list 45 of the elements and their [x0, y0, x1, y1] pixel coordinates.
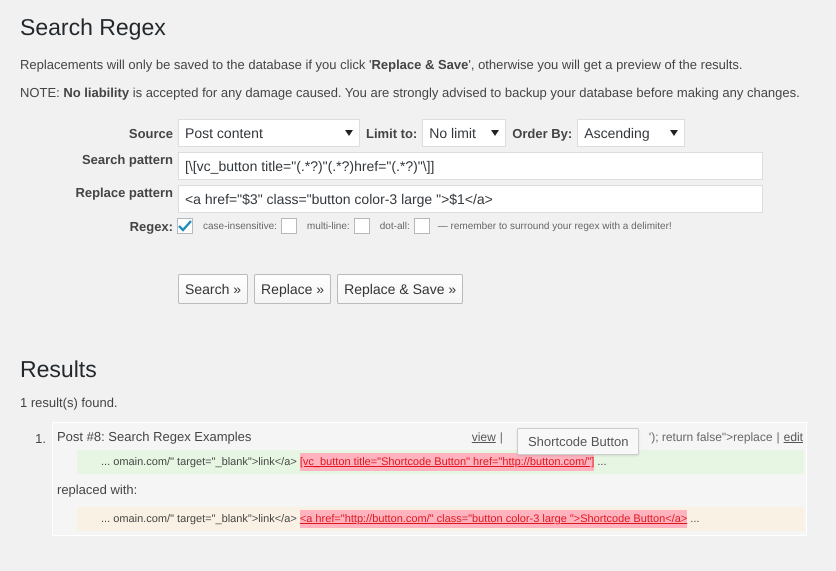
notice-text: Replacements will only be saved to the database if you click 'Replace & Save', otherwise you will get a preview of the results.: [20, 57, 744, 72]
match-highlight: <a href="http://button.com/" class="button color-3 large ">Shortcode Button</a>: [300, 510, 688, 528]
caret-icon: [670, 128, 678, 138]
checkbox[interactable]: [354, 218, 370, 234]
separator: |: [500, 430, 503, 444]
field-label: Replace pattern: [74, 185, 173, 200]
notice-text: NOTE: No liability is accepted for any damage caused. You are strongly advised to backup your database before making any changes.: [20, 85, 801, 100]
field-label: Order By:: [512, 126, 572, 140]
code-text: ... omain.com/" target="_blank">link</a>: [101, 513, 298, 525]
replaced-label: replaced with:: [57, 482, 138, 497]
option-label: case-insensitive:: [203, 220, 277, 232]
caret-icon: [491, 128, 500, 138]
page-title: Search Regex: [20, 14, 167, 41]
select-dropdown[interactable]: No limit: [422, 119, 506, 147]
action-link[interactable]: edit: [784, 430, 803, 444]
text-input[interactable]: [\[vc_button title="(.*?)"(.*?)href="(.*?)"\]]: [178, 152, 763, 180]
select-dropdown[interactable]: Post content: [178, 119, 360, 147]
separator: |: [776, 430, 780, 444]
action-button[interactable]: Replace & Save »: [337, 274, 464, 304]
match-highlight: [vc_button title="Shortcode Button" href="http://button.com/"]: [300, 453, 594, 471]
checkbox[interactable]: [177, 218, 193, 234]
field-label: Limit to:: [366, 126, 418, 140]
code-text: ...: [596, 456, 607, 468]
field-label: Source: [128, 126, 173, 140]
checkbox[interactable]: [414, 218, 430, 234]
checkbox[interactable]: [280, 218, 297, 234]
field-label: Regex:: [128, 218, 173, 234]
action-button[interactable]: Replace »: [254, 274, 332, 304]
caret-icon: [345, 128, 353, 138]
action-link[interactable]: view: [472, 430, 496, 444]
code-text: ...: [689, 513, 700, 525]
section-heading: Results: [20, 356, 98, 383]
option-label: dot-all:: [380, 220, 410, 232]
action-text: '); return false">replace: [648, 430, 773, 444]
action-button[interactable]: Search »: [178, 274, 248, 304]
text-input[interactable]: <a href="$3" class="button color-3 large ">$1</a>: [178, 185, 763, 213]
result-title: Post #8: Search Regex Examples: [57, 429, 252, 444]
hint-text: — remember to surround your regex with a delimiter!: [438, 220, 672, 232]
code-text: ... omain.com/" target="_blank">link</a>: [101, 456, 298, 468]
result-count: 1 result(s) found.: [20, 395, 119, 410]
option-label: multi-line:: [306, 220, 350, 232]
list-number: 1.: [34, 430, 47, 446]
select-dropdown[interactable]: Ascending: [577, 119, 686, 147]
field-label: Search pattern: [80, 152, 173, 167]
tooltip: Shortcode Button: [517, 428, 640, 455]
